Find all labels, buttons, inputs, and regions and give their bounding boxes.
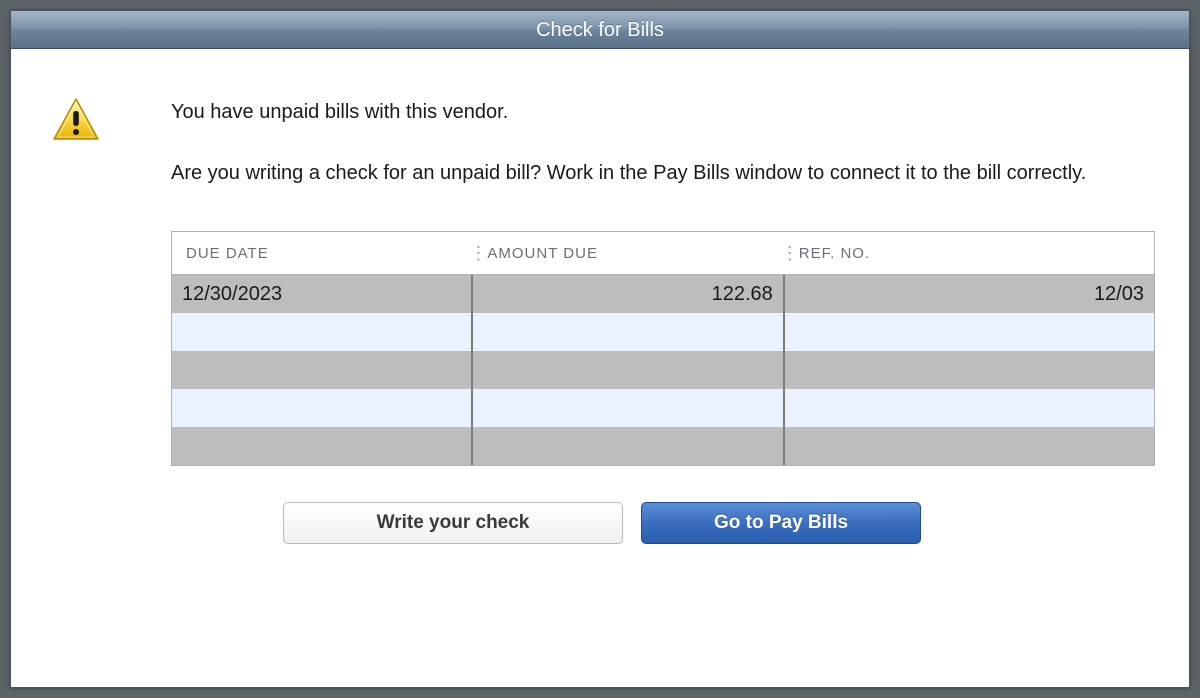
column-header-amount-due[interactable]: ⋮ AMOUNT DUE	[473, 232, 784, 274]
cell-ref-no	[785, 313, 1154, 351]
cell-ref-no	[785, 351, 1154, 389]
column-label: DUE DATE	[186, 245, 269, 262]
go-to-pay-bills-button[interactable]: Go to Pay Bills	[641, 502, 921, 544]
cell-due-date	[172, 351, 473, 389]
message-line2: Are you writing a check for an unpaid bi…	[171, 160, 1153, 187]
button-bar: Write your check Go to Pay Bills	[51, 502, 1153, 544]
bills-table: DUE DATE ⋮ AMOUNT DUE ⋮ REF. NO. 12/30/2…	[171, 231, 1155, 466]
table-row[interactable]	[172, 313, 1154, 351]
cell-ref-no	[785, 427, 1154, 465]
column-header-ref-no[interactable]: ⋮ REF. NO.	[785, 232, 1154, 274]
column-label: AMOUNT DUE	[487, 245, 598, 262]
cell-amount-due	[473, 351, 784, 389]
table-body: 12/30/2023 122.68 12/03	[172, 274, 1154, 465]
column-label: REF. NO.	[799, 245, 870, 262]
table-row[interactable]	[172, 389, 1154, 427]
cell-due-date	[172, 427, 473, 465]
table-row[interactable]: 12/30/2023 122.68 12/03	[172, 275, 1154, 313]
cell-due-date: 12/30/2023	[172, 275, 473, 313]
cell-amount-due: 122.68	[473, 275, 784, 313]
message-block: You have unpaid bills with this vendor. …	[171, 99, 1153, 187]
table-row[interactable]	[172, 351, 1154, 389]
cell-due-date	[172, 313, 473, 351]
column-resize-grip-icon[interactable]: ⋮	[781, 250, 797, 256]
table-row[interactable]	[172, 427, 1154, 465]
check-for-bills-dialog: Check for Bills You have unpaid bills wi…	[10, 10, 1190, 688]
warning-icon	[51, 97, 101, 148]
dialog-content: You have unpaid bills with this vendor. …	[11, 49, 1189, 544]
dialog-title: Check for Bills	[536, 19, 664, 41]
table-header-row: DUE DATE ⋮ AMOUNT DUE ⋮ REF. NO.	[172, 232, 1154, 274]
message-line1: You have unpaid bills with this vendor.	[171, 99, 1153, 126]
column-resize-grip-icon[interactable]: ⋮	[469, 250, 485, 256]
write-your-check-button[interactable]: Write your check	[283, 502, 623, 544]
cell-ref-no	[785, 389, 1154, 427]
column-header-due-date[interactable]: DUE DATE	[172, 232, 473, 274]
cell-amount-due	[473, 313, 784, 351]
cell-ref-no: 12/03	[785, 275, 1154, 313]
dialog-titlebar: Check for Bills	[11, 11, 1189, 49]
cell-due-date	[172, 389, 473, 427]
cell-amount-due	[473, 427, 784, 465]
cell-amount-due	[473, 389, 784, 427]
